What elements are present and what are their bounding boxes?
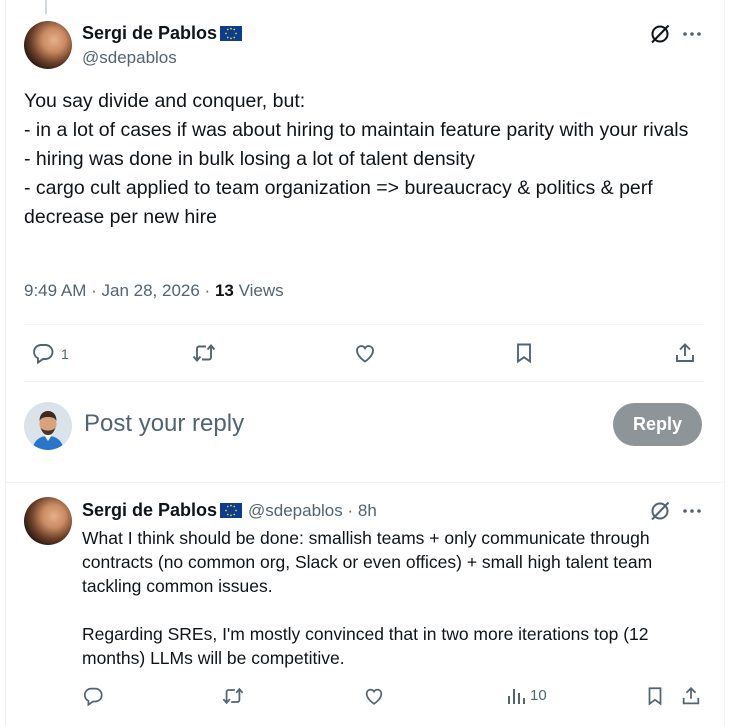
current-user-avatar[interactable] <box>24 402 72 450</box>
grok-icon[interactable] <box>648 499 672 523</box>
post-meta: 9:49 AM · Jan 28, 2026 · 13 Views <box>24 281 284 301</box>
eu-flag-icon <box>220 26 242 41</box>
divider <box>5 482 723 483</box>
meta-separator: · <box>342 501 358 520</box>
meta-separator: · <box>91 281 102 300</box>
reply-icon[interactable] <box>81 684 105 708</box>
reply-author-handle-line: @sdepablos · 8h <box>248 501 377 521</box>
reply-icon[interactable] <box>30 340 56 366</box>
eu-flag-icon <box>220 503 242 518</box>
reply-author-avatar[interactable] <box>24 497 72 545</box>
author-handle[interactable]: @sdepablos <box>82 48 177 68</box>
share-icon[interactable] <box>672 340 698 366</box>
views-icon[interactable] <box>505 684 527 708</box>
grok-icon[interactable] <box>648 22 672 46</box>
views-count: 13 <box>214 281 234 300</box>
reply-text: What I think should be done: smallish te… <box>82 528 653 668</box>
like-icon[interactable] <box>362 684 386 708</box>
reply-count: 1 <box>61 346 69 362</box>
reply-input[interactable] <box>84 410 544 438</box>
post-date[interactable]: Jan 28, 2026 <box>102 281 200 300</box>
author-avatar[interactable] <box>24 21 72 69</box>
divider <box>24 381 704 382</box>
reply-author-handle[interactable]: @sdepablos <box>248 501 343 520</box>
views-label: Views <box>238 281 284 300</box>
post-text: You say divide and conquer, but: - in a … <box>24 90 689 228</box>
reply-age[interactable]: 8h <box>358 501 377 520</box>
post-time[interactable]: 9:49 AM <box>24 281 86 300</box>
divider <box>24 324 704 325</box>
bookmark-icon[interactable] <box>511 340 537 366</box>
repost-icon[interactable] <box>220 684 246 708</box>
reply-button[interactable]: Reply <box>613 403 702 446</box>
more-icon[interactable] <box>680 499 704 523</box>
bookmark-icon[interactable] <box>643 684 667 708</box>
thread-connector-line <box>45 0 47 14</box>
more-icon[interactable] <box>680 22 704 46</box>
reply-author-name[interactable]: Sergi de Pablos <box>82 500 217 521</box>
meta-separator: · <box>204 281 215 300</box>
like-icon[interactable] <box>352 340 378 366</box>
share-icon[interactable] <box>679 684 703 708</box>
reply-views-count: 10 <box>530 687 547 704</box>
author-name[interactable]: Sergi de Pablos <box>82 23 217 44</box>
repost-icon[interactable] <box>190 340 218 366</box>
